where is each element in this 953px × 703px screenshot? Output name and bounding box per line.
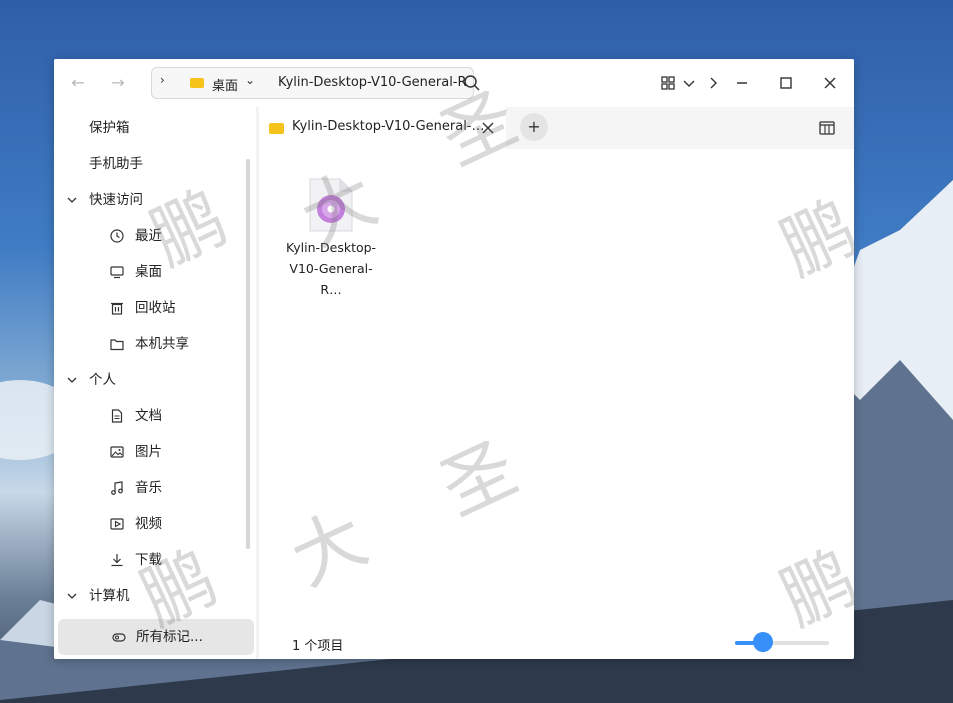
sidebar-item-pictures[interactable]: 图片 bbox=[54, 434, 254, 470]
main-view: Kylin-Desktop-V10-General-… + Kylin-Desk… bbox=[259, 107, 854, 659]
chevron-down-icon[interactable] bbox=[64, 588, 80, 604]
preview-pane-icon[interactable] bbox=[818, 119, 836, 137]
title-bar: ← → › 桌面 ⌄ Kylin-Desktop-V10-General-R bbox=[54, 59, 854, 107]
view-dropdown-icon[interactable] bbox=[677, 71, 701, 95]
trash-icon bbox=[111, 302, 123, 315]
sidebar-item-phone-assistant[interactable]: 手机助手 bbox=[54, 146, 254, 182]
folder-icon bbox=[110, 339, 124, 351]
tab-current-folder[interactable]: Kylin-Desktop-V10-General-… bbox=[259, 107, 506, 149]
chevron-right-icon[interactable]: › bbox=[160, 73, 165, 87]
sidebar-item-documents[interactable]: 文档 bbox=[54, 398, 254, 434]
sidebar-item-downloads[interactable]: 下载 bbox=[54, 542, 254, 578]
sidebar-item-label: 最近 bbox=[135, 228, 162, 244]
status-bar: 1 个项目 bbox=[259, 627, 854, 659]
sidebar-item-label: 下载 bbox=[135, 552, 162, 568]
close-icon[interactable] bbox=[481, 121, 495, 135]
sidebar-item-label: 视频 bbox=[135, 516, 162, 532]
sidebar-group-personal[interactable]: 个人 bbox=[54, 362, 254, 398]
sidebar-item-recent[interactable]: 最近 bbox=[54, 218, 254, 254]
sidebar-item-label: 桌面 bbox=[135, 264, 162, 280]
video-icon bbox=[110, 518, 124, 530]
folder-icon bbox=[269, 123, 284, 134]
sidebar-scrollbar[interactable] bbox=[246, 159, 250, 549]
maximize-icon[interactable] bbox=[774, 71, 798, 95]
close-icon[interactable] bbox=[818, 71, 842, 95]
sidebar: 保护箱 手机助手 快速访问 最近 桌面 回收站 本机共享 个人 文档 图片 音乐… bbox=[54, 107, 254, 659]
sidebar-item-label: 所有标记... bbox=[136, 629, 203, 645]
document-icon bbox=[111, 409, 123, 423]
item-count: 1 个项目 bbox=[292, 639, 344, 654]
sidebar-group-label: 个人 bbox=[89, 372, 116, 388]
zoom-slider-handle[interactable] bbox=[753, 632, 774, 652]
more-arrow-icon[interactable] bbox=[701, 71, 725, 95]
plus-icon: + bbox=[527, 117, 541, 136]
minimize-icon[interactable] bbox=[730, 71, 754, 95]
sidebar-item-label: 音乐 bbox=[135, 480, 162, 496]
search-icon[interactable] bbox=[462, 73, 482, 93]
add-tab-button[interactable]: + bbox=[520, 113, 548, 141]
forward-button[interactable]: → bbox=[106, 71, 130, 95]
chevron-down-icon[interactable]: ⌄ bbox=[245, 73, 255, 87]
download-icon bbox=[111, 554, 123, 567]
arrow-left-icon: ← bbox=[71, 73, 85, 92]
sidebar-item-label: 本机共享 bbox=[135, 336, 189, 352]
file-manager-window: ← → › 桌面 ⌄ Kylin-Desktop-V10-General-R 保… bbox=[54, 59, 854, 659]
sidebar-group-label: 计算机 bbox=[89, 588, 130, 604]
path-location[interactable]: 桌面 bbox=[212, 75, 238, 94]
desktop-background: ← → › 桌面 ⌄ Kylin-Desktop-V10-General-R 保… bbox=[0, 0, 953, 703]
sidebar-item-trash[interactable]: 回收站 bbox=[54, 290, 254, 326]
sidebar-item-label: 手机助手 bbox=[89, 156, 143, 172]
monitor-icon bbox=[110, 266, 124, 279]
sidebar-group-quick-access[interactable]: 快速访问 bbox=[54, 182, 254, 218]
chevron-down-icon[interactable] bbox=[64, 372, 80, 388]
folder-icon bbox=[190, 78, 204, 88]
sidebar-group-label: 快速访问 bbox=[89, 192, 143, 208]
sidebar-item-label: 回收站 bbox=[135, 300, 176, 316]
arrow-right-icon: → bbox=[111, 73, 125, 92]
sidebar-item-label: 保护箱 bbox=[89, 120, 130, 136]
sidebar-item-desktop[interactable]: 桌面 bbox=[54, 254, 254, 290]
disc-image-icon bbox=[309, 178, 353, 232]
sidebar-item-label: 文档 bbox=[135, 408, 162, 424]
music-icon bbox=[111, 481, 123, 495]
tag-icon bbox=[112, 633, 126, 642]
tab-label: Kylin-Desktop-V10-General-… bbox=[292, 119, 485, 134]
file-item[interactable]: Kylin-Desktop- V10-General-R… bbox=[279, 169, 383, 299]
sidebar-item-local-share[interactable]: 本机共享 bbox=[54, 326, 254, 362]
sidebar-group-computer[interactable]: 计算机 bbox=[54, 578, 254, 614]
sidebar-item-videos[interactable]: 视频 bbox=[54, 506, 254, 542]
sidebar-item-safebox[interactable]: 保护箱 bbox=[54, 110, 254, 146]
chevron-down-icon[interactable] bbox=[64, 192, 80, 208]
back-button[interactable]: ← bbox=[66, 71, 90, 95]
tab-bar: Kylin-Desktop-V10-General-… + bbox=[259, 107, 854, 149]
sidebar-item-all-tags[interactable]: 所有标记... bbox=[54, 619, 254, 655]
sidebar-item-music[interactable]: 音乐 bbox=[54, 470, 254, 506]
sidebar-item-label: 图片 bbox=[135, 444, 162, 460]
clock-icon bbox=[110, 229, 124, 243]
file-name-line2: V10-General-R… bbox=[289, 261, 373, 297]
image-icon bbox=[110, 446, 124, 458]
file-name-line1: Kylin-Desktop- bbox=[285, 240, 377, 255]
path-bar[interactable]: › 桌面 ⌄ Kylin-Desktop-V10-General-R bbox=[151, 67, 474, 99]
file-name: Kylin-Desktop- V10-General-R… bbox=[279, 237, 383, 300]
path-crumb[interactable]: Kylin-Desktop-V10-General-R bbox=[278, 75, 467, 90]
